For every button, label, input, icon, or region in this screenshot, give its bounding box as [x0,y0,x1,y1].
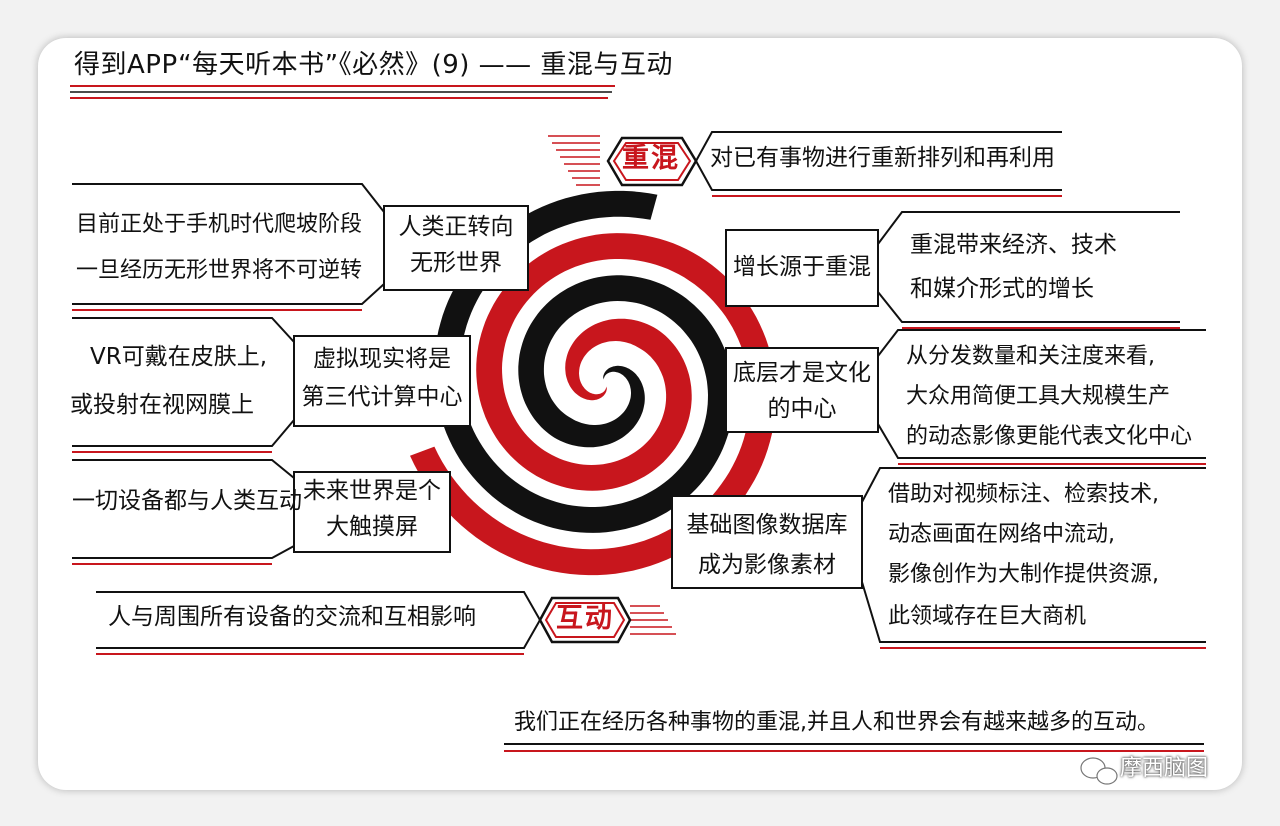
remix-branch-2-label: 底层才是文化 [733,360,871,386]
interaction-definition: 人与周围所有设备的交流和互相影响 [108,604,476,630]
interaction-branch-2-detail-line: 或投射在视网膜上 [70,392,254,418]
interaction-branch-1-label: 无形世界 [410,250,502,276]
remix-branch-3-label: 基础图像数据库 [686,512,848,538]
title-underline [70,85,615,99]
interaction-label: 互动 [556,603,614,634]
remix-branch-1-detail-line: 和媒介形式的增长 [910,276,1094,302]
interaction-branch-2-detail-line: VR可戴在皮肤上, [90,344,268,370]
interaction-branch-3-detail-line: 一切设备都与人类互动 [72,488,302,514]
interaction-branch-3-label: 未来世界是个 [303,478,441,504]
remix-branch-3-detail-line: 此领域存在巨大商机 [888,604,1087,629]
interaction-hatching [630,605,676,635]
remix-definition: 对已有事物进行重新排列和再利用 [710,145,1055,171]
remix-label: 重混 [622,143,680,174]
remix-branch-2-detail-line: 的动态影像更能代表文化中心 [906,424,1193,449]
interaction-branch-1-label: 人类正转向 [398,214,514,240]
remix-branch-1-label: 增长源于重混 [733,254,871,280]
watermark: 摩西脑图 [1120,756,1209,781]
remix-branch-1-detail-line: 重混带来经济、技术 [910,232,1117,258]
remix-hatching [548,135,600,186]
remix-branch-3-label: 成为影像素材 [698,552,836,578]
interaction-branch-2-label: 虚拟现实将是 [313,346,451,372]
remix-branch-2-detail-line: 从分发数量和关注度来看, [906,344,1155,369]
remix-branch-3-detail-line: 动态画面在网络中流动, [888,522,1115,547]
remix-branch-3-detail-line: 借助对视频标注、检索技术, [888,482,1159,507]
interaction-branch-1-detail-line: 一旦经历无形世界将不可逆转 [76,258,363,283]
page-title: 得到APP“每天听本书”《必然》(9) —— 重混与互动 [74,50,673,80]
remix-branch-2-label: 的中心 [767,396,837,422]
conclusion-text: 我们正在经历各种事物的重混,并且人和世界会有越来越多的互动。 [514,710,1159,735]
wechat-icon [1080,757,1118,785]
remix-branch-3-detail-line: 影像创作为大制作提供资源, [888,562,1159,587]
interaction-branch-2-label: 第三代计算中心 [301,384,463,410]
interaction-branch-3-label: 大触摸屏 [326,514,418,540]
interaction-branch-1-detail-line: 目前正处于手机时代爬坡阶段 [76,212,363,237]
remix-branch-2-detail-line: 大众用简便工具大规模生产 [906,384,1171,409]
conclusion-underline [504,743,1204,752]
